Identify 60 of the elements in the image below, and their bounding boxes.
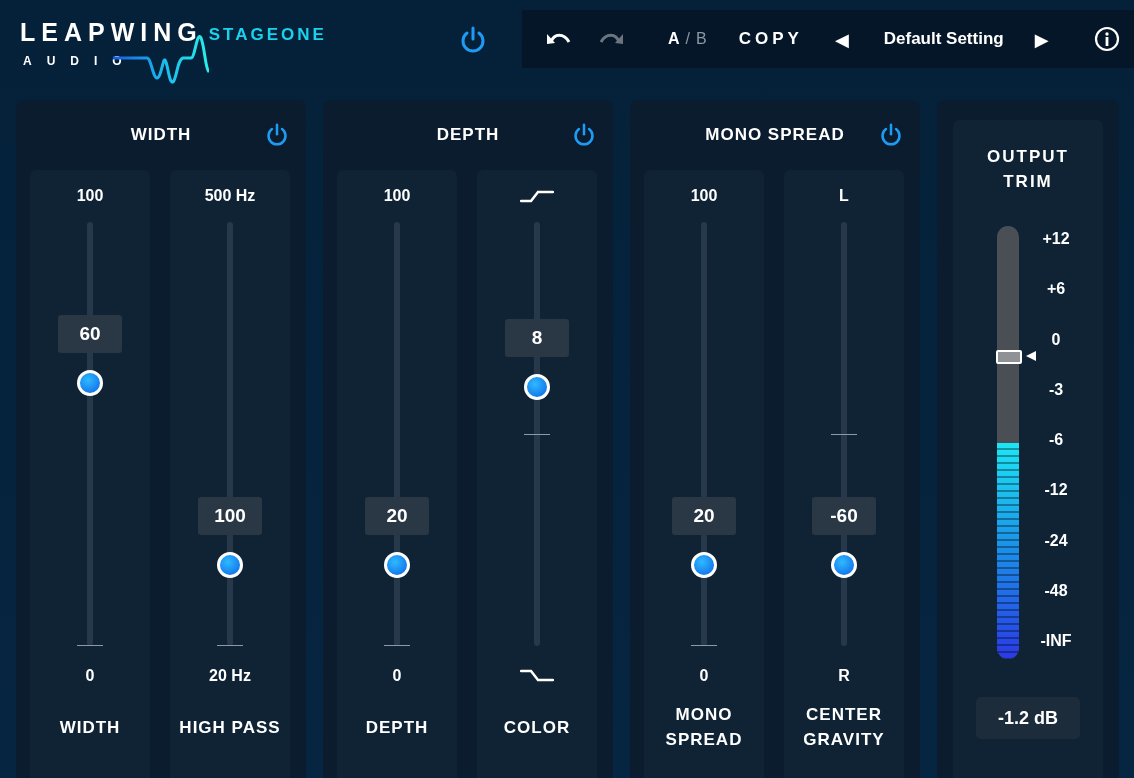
slider-thumb[interactable] bbox=[384, 552, 410, 579]
slider-label: MONO SPREAD bbox=[664, 704, 744, 751]
value-readout: 20 bbox=[672, 497, 736, 536]
scale-max-label: L bbox=[839, 186, 849, 206]
section-title: WIDTH bbox=[129, 124, 193, 147]
slider-label: WIDTH bbox=[59, 716, 121, 739]
scale-max-label: 100 bbox=[383, 186, 411, 206]
slider-label: COLOR bbox=[503, 716, 571, 739]
scale-label: +6 bbox=[1045, 279, 1067, 300]
scale-label: 0 bbox=[1050, 329, 1062, 350]
previous-preset-button[interactable]: ◀ bbox=[834, 25, 849, 53]
scale-label: -24 bbox=[1043, 530, 1069, 551]
scale-min-label: R bbox=[838, 666, 850, 686]
slider-thumb[interactable] bbox=[691, 552, 717, 579]
pointer-icon bbox=[1025, 349, 1037, 362]
next-preset-button[interactable]: ▶ bbox=[1034, 25, 1049, 53]
scale-min-label: 0 bbox=[699, 666, 709, 686]
slider-label: DEPTH bbox=[365, 716, 429, 739]
scale-label: +12 bbox=[1041, 229, 1071, 249]
ab-toggle[interactable]: B bbox=[696, 27, 709, 51]
brand-name: LEAPWING bbox=[20, 20, 203, 45]
scale-min-label: 0 bbox=[392, 666, 402, 686]
slider-thumb[interactable] bbox=[831, 552, 857, 579]
value-readout: -60 bbox=[812, 497, 876, 536]
section-title: DEPTH bbox=[435, 124, 501, 147]
power-icon[interactable] bbox=[266, 123, 288, 147]
ab-toggle[interactable]: A bbox=[668, 27, 682, 51]
slider-thumb[interactable] bbox=[524, 374, 550, 401]
copy-button[interactable]: COPY bbox=[738, 26, 803, 52]
scale-label: -INF bbox=[1039, 631, 1073, 651]
scale-label: -48 bbox=[1043, 580, 1069, 601]
low-shelf-icon bbox=[520, 669, 554, 683]
scale-label: -12 bbox=[1043, 480, 1069, 501]
power-icon[interactable] bbox=[880, 123, 902, 147]
separator-text: / bbox=[685, 29, 692, 49]
slider-thumb[interactable] bbox=[217, 552, 243, 579]
info-icon[interactable] bbox=[1094, 26, 1120, 52]
scale-max-label: 500 Hz bbox=[204, 186, 256, 206]
scale-min-label: 0 bbox=[85, 666, 95, 686]
preset-name: Default Setting bbox=[882, 28, 1005, 51]
section-title: MONO SPREAD bbox=[704, 124, 846, 147]
trim-handle[interactable] bbox=[996, 349, 1022, 364]
slider-label: CENTER GRAVITY bbox=[802, 704, 886, 751]
scale-max-label: 100 bbox=[76, 186, 104, 206]
power-icon[interactable] bbox=[460, 26, 486, 54]
trim-value-field[interactable]: -1.2 dB bbox=[976, 697, 1080, 739]
value-readout: 8 bbox=[505, 319, 569, 358]
value-readout: 20 bbox=[365, 497, 429, 536]
slider-label: HIGH PASS bbox=[179, 716, 281, 739]
output-title: OUTPUT TRIM bbox=[986, 146, 1070, 193]
value-readout: 60 bbox=[58, 315, 122, 354]
scale-label: -6 bbox=[1047, 430, 1065, 450]
scale-max-label: 100 bbox=[690, 186, 718, 206]
scale-min-label: 20 Hz bbox=[209, 666, 251, 686]
power-icon[interactable] bbox=[573, 123, 595, 147]
scale-label: -3 bbox=[1047, 379, 1065, 400]
value-readout: 100 bbox=[198, 497, 262, 536]
high-shelf-icon bbox=[520, 189, 554, 203]
product-name: STAGEONE bbox=[208, 26, 327, 43]
slider-thumb[interactable] bbox=[77, 370, 103, 397]
